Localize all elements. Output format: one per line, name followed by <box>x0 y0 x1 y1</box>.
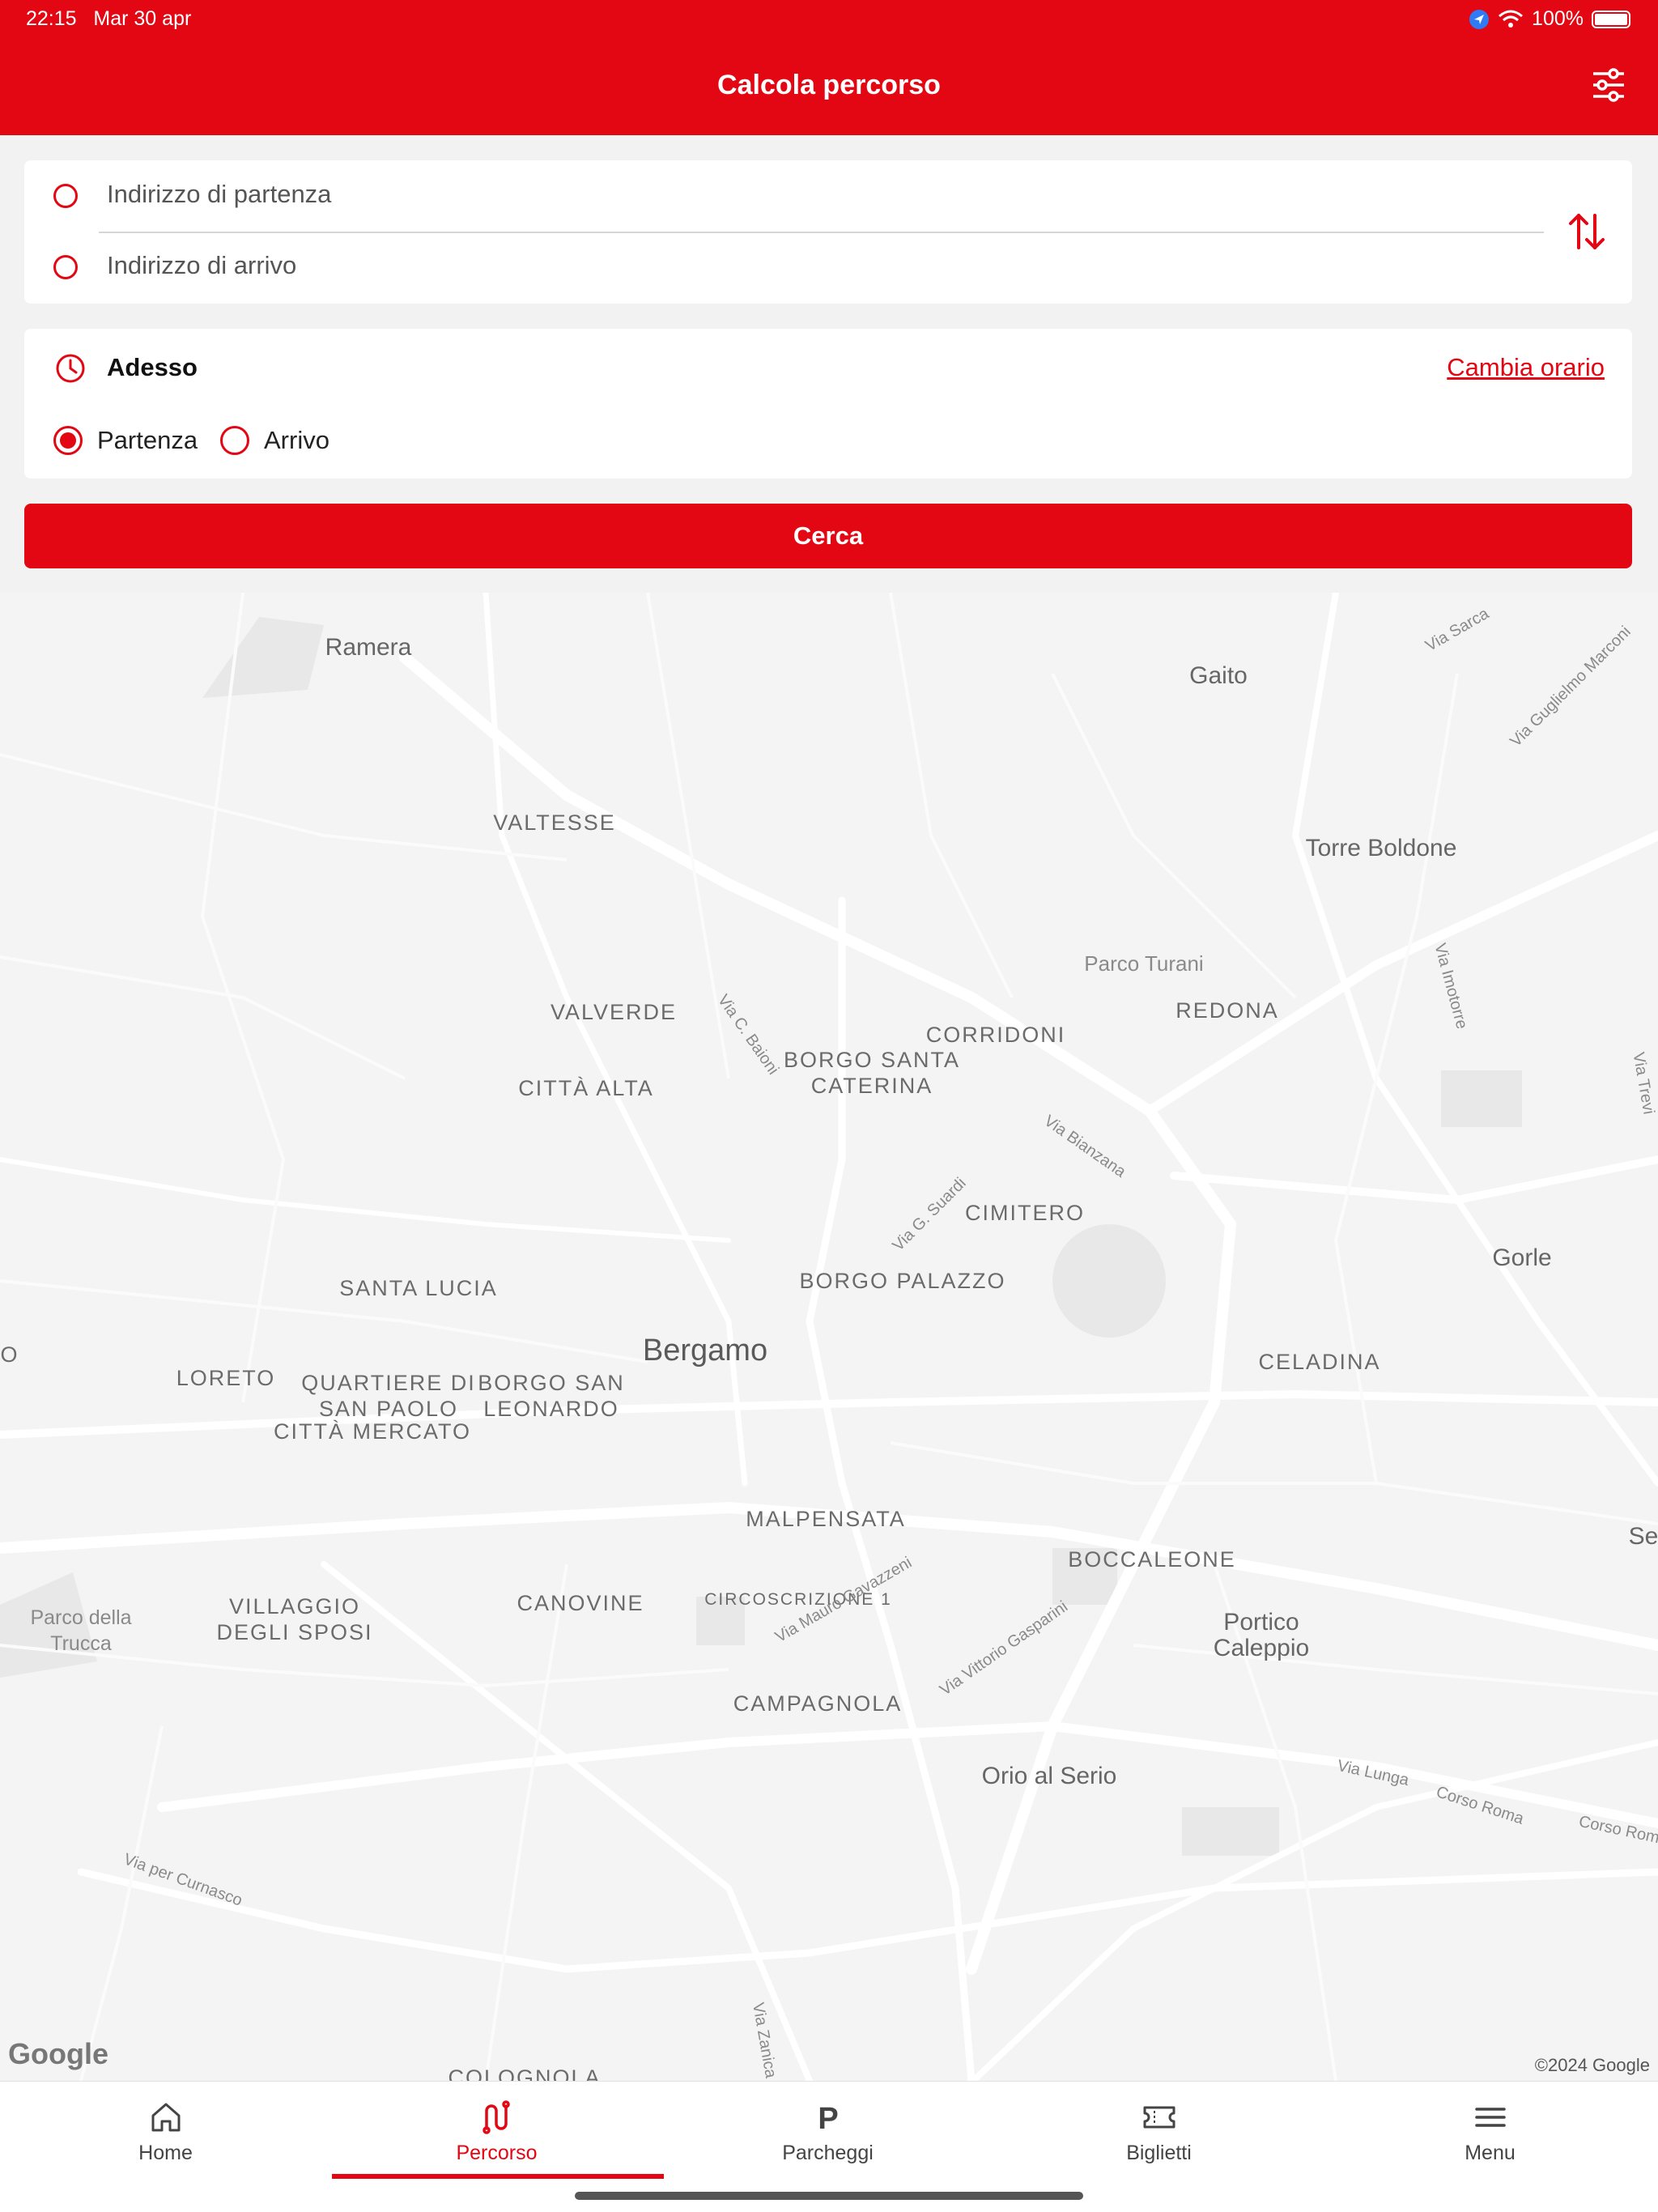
map-label-boccaleone: BOCCALEONE <box>1068 1547 1236 1572</box>
map-label-citta-mercato: CITTÀ MERCATO <box>273 1419 472 1444</box>
map-label-borgo-palazzo: BORGO PALAZZO <box>799 1269 1006 1293</box>
map-copyright: ©2024 Google <box>1534 2055 1650 2075</box>
svg-text:P: P <box>818 2102 838 2135</box>
time-card: Adesso Cambia orario Partenza Arrivo <box>24 329 1632 479</box>
tab-biglietti-label: Biglietti <box>1126 2142 1192 2164</box>
swap-vertical-icon[interactable] <box>1564 207 1609 256</box>
map-label-cimitero: CIMITERO <box>965 1201 1085 1225</box>
map-label-edge-o: O <box>0 1342 19 1367</box>
map-label-quartiere-san-paolo: QUARTIERE DI SAN PAOLO <box>301 1371 476 1421</box>
menu-icon <box>1474 2108 1506 2127</box>
parking-icon: P <box>818 2102 838 2135</box>
map-label-orio-al-serio: Orio al Serio <box>981 1763 1117 1789</box>
tab-menu-label: Menu <box>1465 2142 1516 2164</box>
map-label-portico-caleppio: Portico Caleppio <box>1213 1609 1310 1661</box>
wifi-icon <box>1499 10 1524 28</box>
map-label-bergamo: Bergamo <box>642 1334 768 1368</box>
map-label-corridoni: CORRIDONI <box>925 1023 1066 1047</box>
map-roads <box>0 593 1658 2081</box>
map-label-valtesse: VALTESSE <box>493 810 616 835</box>
map-label-valverde: VALVERDE <box>550 1000 678 1024</box>
tab-home[interactable]: Home <box>0 2082 331 2171</box>
map-label-colognola: COLOGNOLA <box>448 2065 602 2081</box>
map-blocks <box>0 617 1522 1856</box>
map-label-ramera: Ramera <box>325 634 412 661</box>
change-time-link[interactable]: Cambia orario <box>1447 353 1605 382</box>
ticket-icon <box>1143 2106 1175 2129</box>
battery-percent: 100% <box>1532 7 1584 30</box>
map-label-santa-lucia: SANTA LUCIA <box>339 1276 498 1300</box>
map-label-loreto: LORETO <box>176 1366 276 1390</box>
map-minor-roads <box>0 593 1658 2081</box>
arrival-marker-icon <box>53 255 78 279</box>
map-label-celadina: CELADINA <box>1258 1350 1381 1374</box>
map-label-parco-trucca: Parco della Trucca <box>30 1606 132 1655</box>
map-label-se-edge: Se <box>1628 1523 1658 1550</box>
tab-parcheggi-label: Parcheggi <box>782 2142 874 2164</box>
status-time: 22:15 Mar 30 apr <box>26 7 191 31</box>
departure-field[interactable]: Indirizzo di partenza <box>24 160 1562 232</box>
tab-bar: Home Percorso P Parcheggi Biglietti Menu <box>0 2081 1658 2212</box>
tab-parcheggi[interactable]: P Parcheggi <box>662 2082 993 2171</box>
map-label-citta-alta: CITTÀ ALTA <box>518 1076 654 1100</box>
google-logo: Google <box>8 2037 108 2070</box>
active-tab-indicator <box>332 2174 664 2179</box>
route-icon <box>482 2100 510 2134</box>
tab-percorso[interactable]: Percorso <box>331 2082 662 2171</box>
battery-icon <box>1592 10 1630 28</box>
app-header: 22:15 Mar 30 apr 100% Calcola percorso <box>0 0 1658 135</box>
map-label-canovine: CANOVINE <box>517 1591 644 1615</box>
tab-percorso-label: Percorso <box>456 2142 538 2164</box>
map-label-gorle: Gorle <box>1492 1244 1552 1271</box>
home-indicator[interactable] <box>575 2192 1083 2200</box>
arrival-radio-label[interactable]: Arrivo <box>264 426 329 455</box>
departure-input[interactable]: Indirizzo di partenza <box>107 180 331 209</box>
tab-home-label: Home <box>138 2142 193 2164</box>
arrival-radio[interactable] <box>220 426 249 455</box>
location-icon <box>1469 9 1490 29</box>
arrival-field[interactable]: Indirizzo di arrivo <box>24 232 1562 303</box>
map-label-torre-boldone: Torre Boldone <box>1305 835 1457 861</box>
page-title: Calcola percorso <box>717 70 941 100</box>
map-view[interactable]: Ramera Gaito VALTESSE Torre Boldone Parc… <box>0 593 1658 2081</box>
map-label-gaito: Gaito <box>1189 662 1248 689</box>
status-date: Mar 30 apr <box>93 7 192 30</box>
departure-radio-label[interactable]: Partenza <box>97 426 198 455</box>
time-now-label: Adesso <box>107 353 198 381</box>
tab-biglietti[interactable]: Biglietti <box>993 2082 1324 2171</box>
departure-marker-icon <box>53 184 78 208</box>
map-label-borgo-santa-caterina: BORGO SANTA CATERINA <box>783 1048 961 1098</box>
map-label-villaggio-degli-sposi: VILLAGGIO DEGLI SPOSI <box>216 1594 373 1644</box>
map-label-borgo-san-leonardo: BORGO SAN LEONARDO <box>478 1371 625 1421</box>
status-indicators: 100% <box>1469 7 1630 31</box>
address-card: Indirizzo di partenza Indirizzo di arriv… <box>24 160 1632 304</box>
status-clock: 22:15 <box>26 7 77 30</box>
search-button[interactable]: Cerca <box>24 504 1632 568</box>
arrival-input[interactable]: Indirizzo di arrivo <box>107 251 296 280</box>
home-icon <box>151 2103 180 2132</box>
tab-menu[interactable]: Menu <box>1324 2082 1656 2171</box>
map-label-redona: REDONA <box>1175 998 1279 1023</box>
departure-radio[interactable] <box>53 426 83 455</box>
map-label-campagnola: CAMPAGNOLA <box>733 1691 903 1716</box>
map-label-parco-turani: Parco Turani <box>1084 951 1204 976</box>
map-label-malpensata: MALPENSATA <box>746 1507 906 1531</box>
clock-icon <box>56 354 85 383</box>
sliders-icon[interactable] <box>1588 65 1629 105</box>
